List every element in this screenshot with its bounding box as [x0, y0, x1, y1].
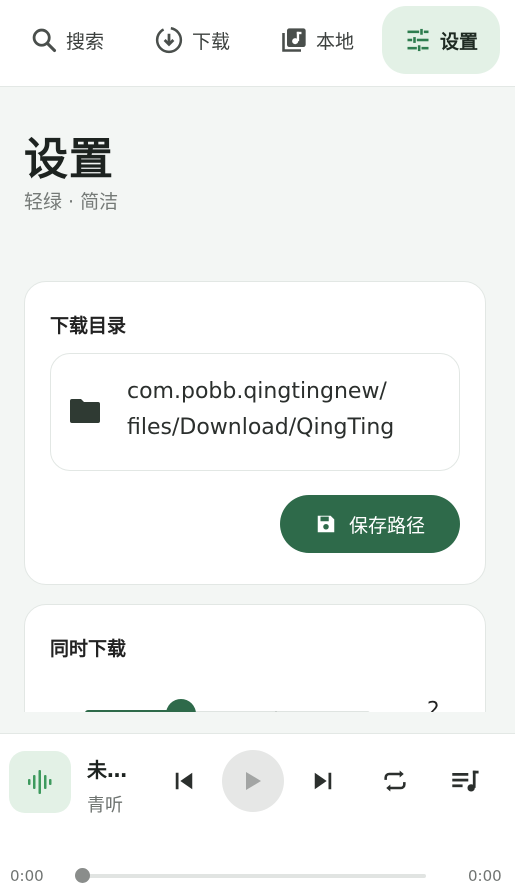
total-time: 0:00 — [468, 867, 502, 885]
previous-button[interactable] — [170, 766, 198, 796]
waveform-icon — [28, 770, 52, 794]
progress-bar[interactable] — [83, 874, 426, 878]
tab-local[interactable]: 本地 — [280, 6, 354, 74]
tab-download-label: 下载 — [192, 30, 231, 53]
current-time: 0:00 — [10, 867, 44, 885]
mini-player: 未… 青听 0:00 0:00 — [0, 733, 515, 886]
track-title: 未… — [87, 758, 127, 782]
page-title: 设置 — [24, 134, 114, 185]
top-navigation: 搜索 下载 本地 设置 — [0, 0, 515, 87]
save-path-button[interactable]: 保存路径 — [280, 495, 460, 553]
concurrent-value: 2 — [427, 697, 440, 712]
queue-button[interactable] — [448, 764, 484, 798]
play-button[interactable] — [222, 750, 284, 812]
play-icon — [246, 772, 261, 790]
download-icon — [155, 26, 183, 54]
download-directory-title: 下载目录 — [50, 315, 127, 337]
queue-music-icon — [452, 770, 479, 792]
concurrent-downloads-card: 同时下载 2 — [24, 604, 486, 712]
tab-local-label: 本地 — [316, 30, 355, 53]
concurrent-slider-tick — [275, 711, 277, 712]
tune-icon — [407, 28, 429, 52]
save-icon — [317, 515, 335, 533]
track-artist: 青听 — [87, 795, 123, 816]
tab-settings-label: 设置 — [439, 30, 478, 53]
repeat-button[interactable] — [378, 764, 412, 798]
concurrent-downloads-title: 同时下载 — [50, 638, 127, 660]
skip-previous-icon — [175, 772, 193, 790]
download-path-line1: com.pobb.qingtingnew/ — [127, 379, 387, 404]
tab-download[interactable]: 下载 — [154, 6, 230, 74]
progress-thumb[interactable] — [75, 868, 90, 883]
settings-content[interactable]: 设置 轻绿 · 简洁 下载目录 com.pobb.qingtingnew/ fi… — [0, 87, 515, 712]
download-path-text: com.pobb.qingtingnew/ files/Download/Qin… — [127, 374, 394, 446]
download-path-field[interactable]: com.pobb.qingtingnew/ files/Download/Qin… — [50, 353, 460, 471]
tab-search[interactable]: 搜索 — [30, 6, 104, 74]
library-music-icon — [282, 28, 306, 52]
page-subtitle: 轻绿 · 简洁 — [24, 191, 119, 213]
repeat-icon — [384, 770, 406, 792]
download-path-line2: files/Download/QingTing — [127, 415, 395, 440]
save-path-label: 保存路径 — [348, 514, 425, 537]
search-icon — [32, 28, 57, 53]
folder-icon — [70, 399, 100, 423]
skip-next-icon — [314, 772, 332, 790]
concurrent-slider-thumb[interactable] — [166, 699, 196, 712]
album-art[interactable] — [9, 751, 71, 813]
download-directory-card: 下载目录 com.pobb.qingtingnew/ files/Downloa… — [24, 281, 486, 585]
tab-settings[interactable]: 设置 — [382, 6, 500, 74]
next-button[interactable] — [309, 766, 337, 796]
tab-search-label: 搜索 — [66, 30, 105, 53]
